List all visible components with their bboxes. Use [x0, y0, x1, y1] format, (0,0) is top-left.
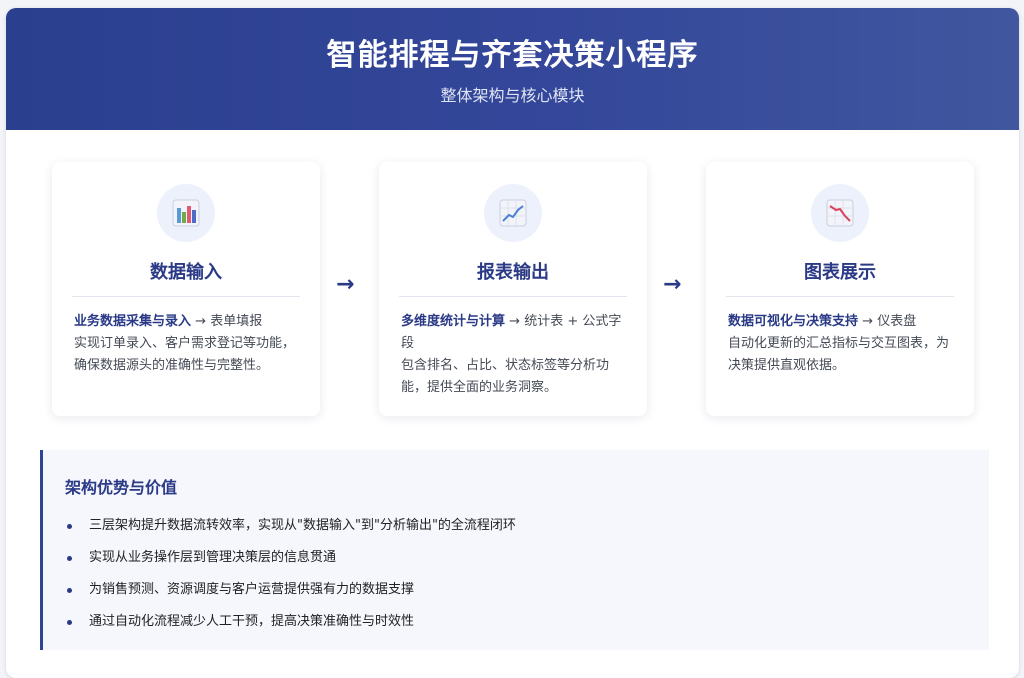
- advantages-panel: 架构优势与价值 三层架构提升数据流转效率，实现从"数据输入"到"分析输出"的全流…: [40, 450, 989, 650]
- card-title: 数据输入: [150, 262, 222, 283]
- list-item-text: 为销售预测、资源调度与客户运营提供强有力的数据支撑: [89, 582, 415, 597]
- card-description: 实现订单录入、客户需求登记等功能，确保数据源头的准确性与完整性。: [74, 336, 296, 373]
- page-title: 智能排程与齐套决策小程序: [326, 38, 699, 73]
- card-divider: [399, 296, 627, 297]
- bar-chart-icon: [157, 184, 215, 242]
- list-item-text: 三层架构提升数据流转效率，实现从"数据输入"到"分析输出"的全流程闭环: [89, 518, 516, 533]
- module-cards: 数据输入 业务数据采集与录入 → 表单填报 实现订单录入、客户需求登记等功能，确…: [6, 130, 1019, 460]
- page-subtitle: 整体架构与核心模块: [440, 86, 585, 105]
- line-chart-up-icon: [484, 184, 542, 242]
- list-item: 三层架构提升数据流转效率，实现从"数据输入"到"分析输出"的全流程闭环: [65, 510, 516, 542]
- advantages-list: 三层架构提升数据流转效率，实现从"数据输入"到"分析输出"的全流程闭环 实现从业…: [65, 510, 516, 638]
- card-lead-arrow: →: [505, 314, 525, 329]
- header-banner: 智能排程与齐套决策小程序 整体架构与核心模块: [6, 8, 1019, 130]
- card-description: 自动化更新的汇总指标与交互图表，为决策提供直观依据。: [728, 336, 950, 373]
- card-lead-arrow: →: [858, 314, 878, 329]
- bullet-dot: [67, 556, 72, 561]
- card-lead: 数据可视化与决策支持: [728, 314, 859, 329]
- list-item: 为销售预测、资源调度与客户运营提供强有力的数据支撑: [65, 574, 516, 606]
- card-divider: [72, 296, 300, 297]
- card-report-output: 报表输出 多维度统计与计算 → 统计表 + 公式字段 包含排名、占比、状态标签等…: [379, 162, 647, 416]
- card-title: 报表输出: [477, 262, 549, 283]
- flow-arrow: →: [663, 272, 682, 297]
- list-item-text: 通过自动化流程减少人工干预，提高决策准确性与时效性: [89, 614, 415, 629]
- card-chart-display: 图表展示 数据可视化与决策支持 → 仪表盘 自动化更新的汇总指标与交互图表，为决…: [706, 162, 974, 416]
- card-body: 业务数据采集与录入 → 表单填报 实现订单录入、客户需求登记等功能，确保数据源头…: [74, 311, 298, 377]
- list-item: 实现从业务操作层到管理决策层的信息贯通: [65, 542, 516, 574]
- bullet-dot: [67, 620, 72, 625]
- bullet-dot: [67, 524, 72, 529]
- advantages-title: 架构优势与价值: [65, 478, 178, 497]
- card-description: 包含排名、占比、状态标签等分析功能，提供全面的业务洞察。: [401, 358, 610, 395]
- line-chart-down-icon: [811, 184, 869, 242]
- card-lead-arrow: →: [191, 314, 211, 329]
- card-body: 数据可视化与决策支持 → 仪表盘 自动化更新的汇总指标与交互图表，为决策提供直观…: [728, 311, 952, 377]
- card-lead-tail: 仪表盘: [877, 314, 917, 329]
- card-data-input: 数据输入 业务数据采集与录入 → 表单填报 实现订单录入、客户需求登记等功能，确…: [52, 162, 320, 416]
- app-frame: 智能排程与齐套决策小程序 整体架构与核心模块 数据输入 业务数据采集与录入 → …: [6, 8, 1019, 678]
- card-lead: 多维度统计与计算: [401, 314, 506, 329]
- card-divider: [726, 296, 954, 297]
- card-title: 图表展示: [804, 262, 876, 283]
- bullet-dot: [67, 588, 72, 593]
- card-lead-tail: 表单填报: [210, 314, 263, 329]
- flow-arrow: →: [336, 272, 355, 297]
- list-item: 通过自动化流程减少人工干预，提高决策准确性与时效性: [65, 606, 516, 638]
- card-lead: 业务数据采集与录入: [74, 314, 192, 329]
- card-body: 多维度统计与计算 → 统计表 + 公式字段 包含排名、占比、状态标签等分析功能，…: [401, 311, 625, 399]
- list-item-text: 实现从业务操作层到管理决策层的信息贯通: [89, 550, 337, 565]
